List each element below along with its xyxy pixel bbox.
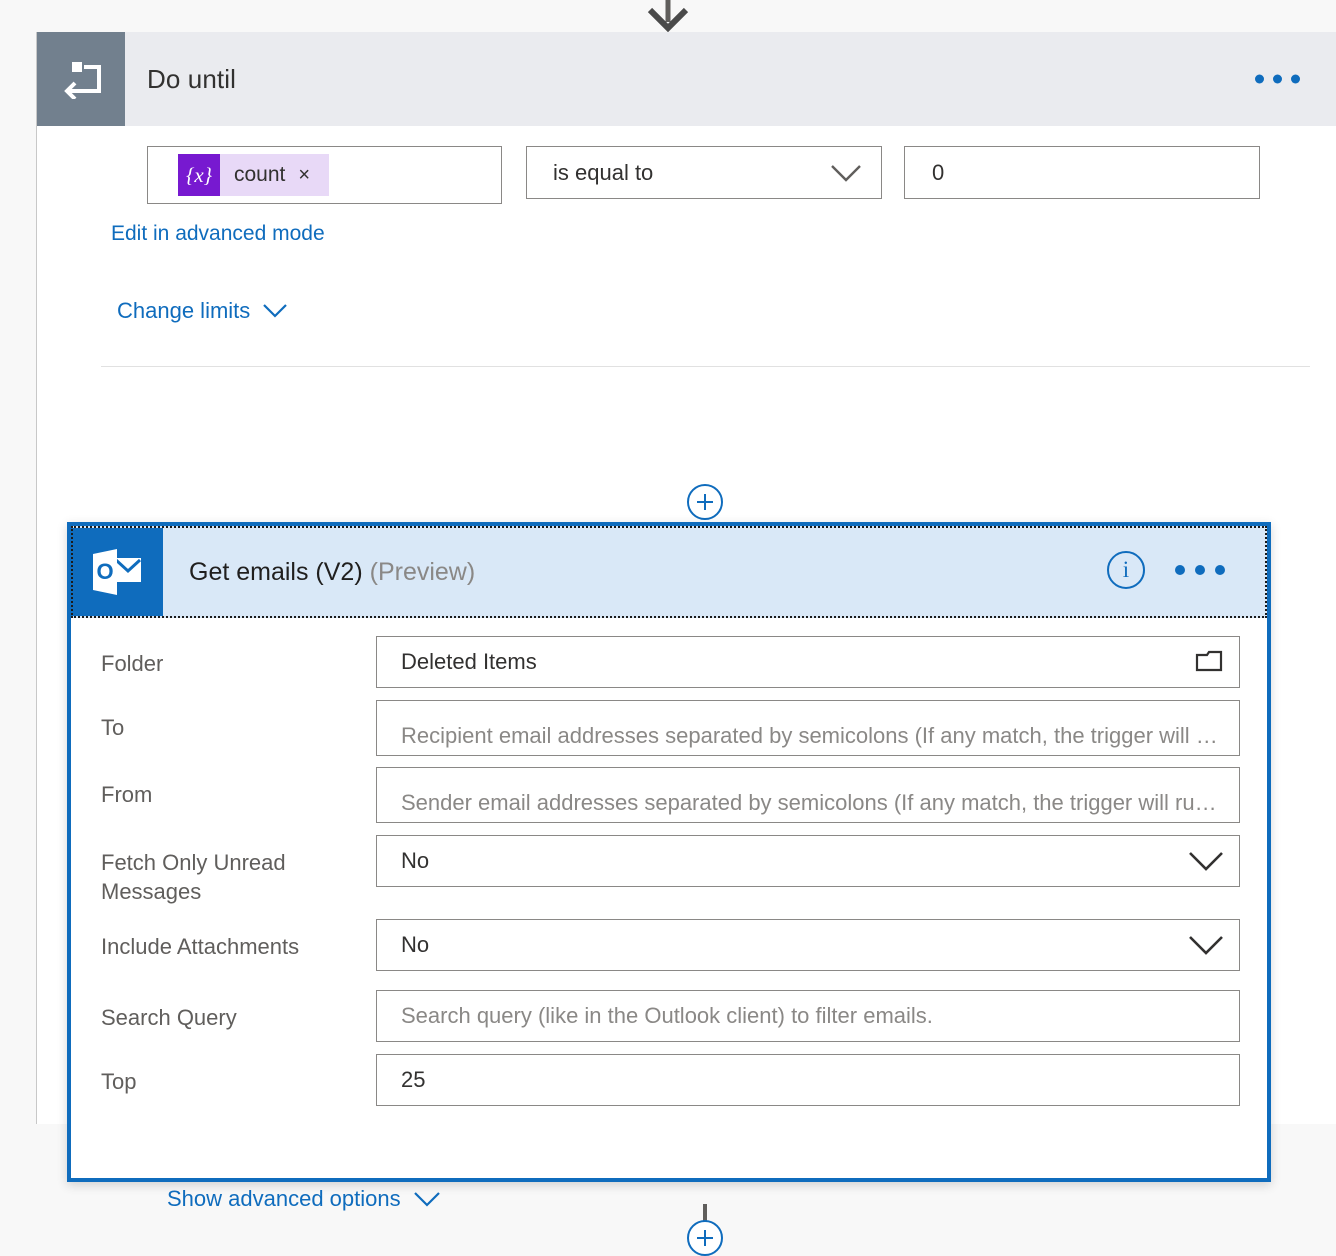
field-control-top: 25 [376,1053,1267,1106]
chevron-down-icon [1189,935,1223,955]
field-control-from: Sender email addresses separated by semi… [376,767,1267,823]
get-emails-card-title: Get emails (V2) (Preview) [189,558,475,587]
to-input[interactable]: Recipient email addresses separated by s… [376,700,1240,756]
expression-badge-icon: {x} [178,154,220,196]
from-input[interactable]: Sender email addresses separated by semi… [376,767,1240,823]
do-until-loop-icon [37,32,125,126]
edit-in-advanced-mode-link[interactable]: Edit in advanced mode [111,222,325,246]
card-menu-button[interactable] [1175,565,1225,575]
field-row-fetch-only-unread: Fetch Only Unread Messages No [71,835,1267,907]
fetch-only-unread-value: No [401,848,430,873]
add-action-button-bottom[interactable] [687,1220,723,1256]
get-emails-card-header[interactable]: O Get emails (V2) (Preview) i [71,526,1267,618]
field-label-to: To [101,715,125,740]
field-row-search-query: Search Query Search query (like in the O… [71,989,1267,1042]
flow-connector-arrow-top [647,0,689,32]
folder-value: Deleted Items [401,649,537,674]
variable-token-label: count [234,163,286,186]
field-control-search-query: Search query (like in the Outlook client… [376,989,1267,1042]
scope-divider [101,366,1310,367]
condition-operator-select[interactable]: is equal to [526,146,882,199]
field-label-fetch-only-unread: Fetch Only Unread Messages [101,850,286,905]
folder-icon[interactable] [1195,650,1225,674]
field-control-fetch-only-unread: No [376,835,1267,887]
top-value: 25 [401,1066,426,1092]
outlook-icon: O [71,528,163,616]
field-label-from: From [101,782,153,807]
ellipsis-dot [1291,74,1300,84]
condition-operator-value: is equal to [553,159,654,185]
svg-text:O: O [96,559,113,584]
top-input[interactable]: 25 [376,1053,1240,1106]
chevron-down-icon [263,304,288,318]
variable-token[interactable]: {x} count × [178,154,330,196]
do-until-condition-row: {x} count × is equal to 0 [147,146,1260,204]
search-query-placeholder: Search query (like in the Outlook client… [401,1002,933,1028]
do-until-menu-button[interactable] [1255,74,1300,84]
chevron-down-icon [831,164,861,182]
include-attachments-select[interactable]: No [376,918,1240,971]
search-query-input[interactable]: Search query (like in the Outlook client… [376,989,1240,1042]
show-advanced-options-link[interactable]: Show advanced options [167,1186,441,1212]
card-title-text: Get emails (V2) [189,557,363,586]
ellipsis-dot [1255,74,1264,84]
field-row-top: Top 25 [71,1053,1267,1106]
field-control-folder: Deleted Items [376,636,1267,688]
to-placeholder: Recipient email addresses separated by s… [401,723,1218,748]
card-preview-label: (Preview) [369,557,476,586]
get-emails-action-card[interactable]: O Get emails (V2) (Preview) i Folder Del… [67,522,1271,1211]
from-placeholder: Sender email addresses separated by semi… [401,790,1217,815]
field-control-include-attachments: No [376,918,1267,971]
ellipsis-dot [1175,565,1185,575]
do-until-header[interactable]: Do until [37,32,1336,126]
condition-value-input[interactable]: 0 [904,146,1260,199]
do-until-scope: Do until {x} count × is equal to 0 Edit … [36,32,1336,1256]
ellipsis-dot [1273,74,1282,84]
ellipsis-dot [1195,565,1205,575]
card-header-actions: i [1089,526,1267,614]
chevron-down-icon [413,1191,440,1207]
ellipsis-dot [1215,565,1225,575]
get-emails-form: Folder Deleted Items To Recipient email … [71,618,1267,1211]
include-attachments-value: No [401,931,430,957]
condition-variable-field[interactable]: {x} count × [147,146,502,204]
field-label-top: Top [101,1068,137,1094]
folder-input[interactable]: Deleted Items [376,636,1240,688]
field-row-from: From Sender email addresses separated by… [71,767,1267,823]
fetch-only-unread-select[interactable]: No [376,835,1240,887]
field-control-to: Recipient email addresses separated by s… [376,700,1267,756]
field-row-folder: Folder Deleted Items [71,636,1267,688]
change-limits-label: Change limits [117,298,251,323]
show-advanced-options-label: Show advanced options [167,1186,401,1211]
remove-token-button[interactable]: × [298,165,329,185]
field-row-include-attachments: Include Attachments No [71,918,1267,971]
field-row-to: To Recipient email addresses separated b… [71,700,1267,756]
do-until-title: Do until [147,63,236,94]
change-limits-link[interactable]: Change limits [117,298,288,324]
field-label-folder: Folder [101,651,164,676]
field-label-search-query: Search Query [101,1004,237,1030]
chevron-down-icon [1189,852,1223,871]
field-label-include-attachments: Include Attachments [101,933,300,959]
info-icon[interactable]: i [1107,551,1145,589]
add-action-button-middle[interactable] [687,484,723,520]
